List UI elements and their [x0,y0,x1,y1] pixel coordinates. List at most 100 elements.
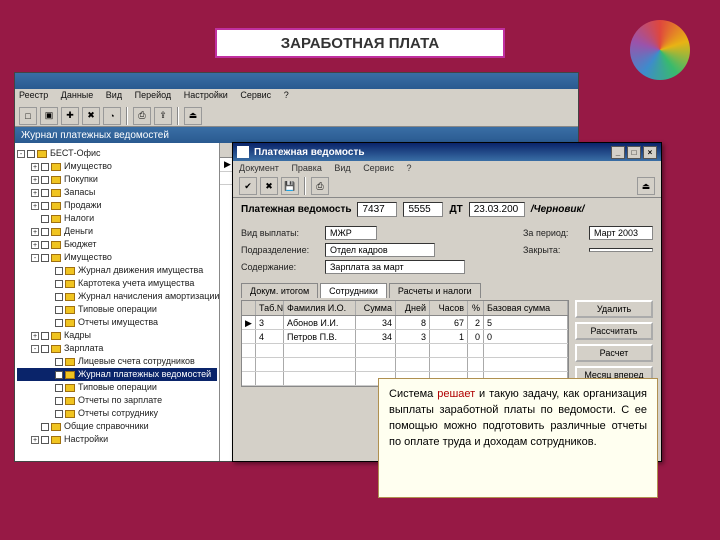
button-column: Удалить Рассчитать Расчет Месяц вперед [575,300,653,387]
menu-item[interactable]: Сервис [240,90,271,100]
tree-item[interactable]: -Имущество [17,251,217,264]
description-callout: Система решает и такую задачу, как орган… [378,378,658,498]
label-pay-type: Вид выплаты: [241,228,319,238]
main-menubar[interactable]: Реестр Данные Вид Перейод Настройки Серв… [15,89,578,105]
menu-item[interactable]: Вид [334,163,350,173]
menu-item[interactable]: Вид [106,90,122,100]
tree-item[interactable]: -Журнал движения имущества [17,264,217,277]
label-period: За период: [523,228,583,238]
tree-item[interactable]: -Налоги [17,212,217,225]
menu-item[interactable]: Документ [239,163,279,173]
tool-ok-icon[interactable]: ✔ [239,177,257,195]
tool-open-icon[interactable]: ▣ [40,107,58,125]
doc-form: Вид выплаты: МЖР За период: Март 2003 По… [233,221,661,279]
page-title-text: ЗАРАБОТНАЯ ПЛАТА [281,35,439,52]
color-wheel-decoration [630,20,690,80]
menu-item[interactable]: Настройки [184,90,228,100]
page-title-banner: ЗАРАБОТНАЯ ПЛАТА [215,28,505,58]
toolbar-separator [304,177,306,195]
period-field[interactable]: Март 2003 [589,226,653,240]
dialog-toolbar: ✔ ✖ 💾 ⎙ ⏏ [233,175,661,198]
dialog-icon [237,146,249,158]
menu-item[interactable]: Перейод [135,90,172,100]
tree-item[interactable]: -Отчеты имущества [17,316,217,329]
table-row[interactable] [242,344,568,358]
tab-summary[interactable]: Докум. итогом [241,283,318,298]
main-toolbar: □ ▣ ✚ ✖ ◔ ⎙ ⇪ ⏏ [15,105,578,127]
navigation-tree[interactable]: -БЕСТ-Офис+Имущество+Покупки+Запасы+Прод… [15,143,220,461]
content-field[interactable]: Зарплата за март [325,260,465,274]
dialog-tabs: Докум. итогом Сотрудники Расчеты и налог… [233,279,661,298]
doc-dt-label: ДТ [449,204,462,215]
tree-item[interactable]: -Журнал начисления амортизации [17,290,217,303]
tree-item[interactable]: +Покупки [17,173,217,186]
toolbar-separator [126,107,128,125]
label-closed: Закрыта: [523,245,583,255]
tree-item[interactable]: +Деньги [17,225,217,238]
menu-item[interactable]: ? [407,163,412,173]
tool-cancel-icon[interactable]: ✖ [260,177,278,195]
tree-item[interactable]: -Журнал платежных ведомостей [17,368,217,381]
tree-item[interactable]: -БЕСТ-Офис [17,147,217,160]
tool-exit-icon[interactable]: ⏏ [637,177,655,195]
pay-type-field[interactable]: МЖР [325,226,377,240]
department-field[interactable]: Отдел кадров [325,243,435,257]
doc-header: Платежная ведомость 7437 5555 ДТ 23.03.2… [233,198,661,221]
tree-item[interactable]: +Кадры [17,329,217,342]
menu-item[interactable]: Реестр [19,90,48,100]
tree-item[interactable]: -Зарплата [17,342,217,355]
dialog-title: Платежная ведомость [254,147,364,158]
doc-number-field[interactable]: 7437 [357,202,397,217]
tab-employees[interactable]: Сотрудники [320,283,387,298]
dialog-menubar[interactable]: Документ Правка Вид Сервис ? [233,161,661,175]
journal-titlebar: Журнал платежных ведомостей [15,127,578,143]
maximize-icon[interactable]: □ [627,146,641,159]
tool-new-icon[interactable]: □ [19,107,37,125]
doc-header-label: Платежная ведомость [241,204,351,215]
tree-item[interactable]: +Настройки [17,433,217,446]
label-content: Содержание: [241,262,319,272]
menu-item[interactable]: ? [284,90,289,100]
menu-item[interactable]: Правка [291,163,321,173]
tool-exit-icon[interactable]: ⏏ [184,107,202,125]
tab-calc[interactable]: Расчеты и налоги [389,283,481,298]
tree-item[interactable]: -Картотека учета имущества [17,277,217,290]
tool-save-icon[interactable]: ✚ [61,107,79,125]
tree-item[interactable]: +Бюджет [17,238,217,251]
tree-item[interactable]: +Продажи [17,199,217,212]
desc-highlight: решает [437,388,475,400]
tree-item[interactable]: -Типовые операции [17,381,217,394]
table-row[interactable]: ▶ 3 Абонов И.И. 34 8 67 2 5 [242,316,568,330]
calc-button[interactable]: Рассчитать [575,322,653,340]
minimize-icon[interactable]: _ [611,146,625,159]
tree-item[interactable]: -Общие справочники [17,420,217,433]
table-row[interactable] [242,358,568,372]
doc-code-field[interactable]: 5555 [403,202,443,217]
recalc-button[interactable]: Расчет [575,344,653,362]
tree-item[interactable]: -Отчеты сотруднику [17,407,217,420]
tree-item[interactable]: -Лицевые счета сотрудников [17,355,217,368]
tool-export-icon[interactable]: ⇪ [154,107,172,125]
close-icon[interactable]: × [643,146,657,159]
tool-save-icon[interactable]: 💾 [281,177,299,195]
table-header-row: Таб.№ Фамилия И.О. Сумма Дней Часов % Ба… [242,301,568,316]
closed-field[interactable] [589,248,653,252]
tree-item[interactable]: +Имущество [17,160,217,173]
table-row[interactable]: 4 Петров П.В. 34 3 1 0 0 [242,330,568,344]
tree-item[interactable]: -Отчеты по зарплате [17,394,217,407]
employee-table[interactable]: Таб.№ Фамилия И.О. Сумма Дней Часов % Ба… [241,300,569,387]
doc-date-field[interactable]: 23.03.200 [469,202,525,217]
desc-text: Система [389,388,437,400]
dialog-titlebar[interactable]: Платежная ведомость _ □ × [233,143,661,161]
menu-item[interactable]: Сервис [363,163,394,173]
tool-clock-icon[interactable]: ◔ [103,107,121,125]
tree-item[interactable]: -Типовые операции [17,303,217,316]
toolbar-separator [177,107,179,125]
tool-print-icon[interactable]: ⎙ [133,107,151,125]
tool-delete-icon[interactable]: ✖ [82,107,100,125]
delete-button[interactable]: Удалить [575,300,653,318]
journal-title: Журнал платежных ведомостей [21,130,169,141]
tool-print-icon[interactable]: ⎙ [311,177,329,195]
tree-item[interactable]: +Запасы [17,186,217,199]
menu-item[interactable]: Данные [61,90,94,100]
